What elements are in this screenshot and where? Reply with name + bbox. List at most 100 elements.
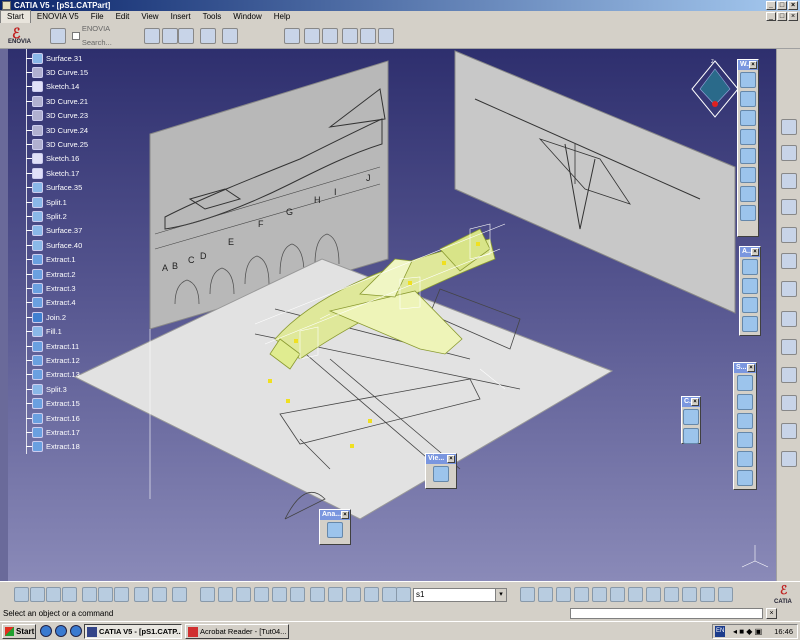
menu-start[interactable]: Start [0, 10, 31, 24]
join-tool-icon[interactable] [781, 281, 797, 297]
save-icon[interactable] [162, 28, 178, 44]
cube-icon[interactable] [322, 28, 338, 44]
menu-help[interactable]: Help [268, 11, 296, 23]
enovia-tool-icon[interactable] [50, 28, 66, 44]
enovia-search-button[interactable]: ENOVIA Search... [72, 24, 140, 47]
measure-tool-icon[interactable] [378, 28, 394, 44]
fly-mode-icon[interactable] [520, 587, 535, 602]
start-button[interactable]: Start [2, 624, 36, 639]
tree-item[interactable]: Extract.1 [26, 253, 76, 267]
chevron-down-icon[interactable]: ▾ [495, 589, 506, 601]
pencil-icon[interactable] [200, 28, 216, 44]
work-support-icon[interactable] [236, 587, 251, 602]
select-icon[interactable] [781, 119, 797, 135]
offset-icon[interactable] [740, 167, 756, 183]
tree-item[interactable]: Extract.16 [26, 411, 80, 425]
tree-item[interactable]: Fill.1 [26, 325, 62, 339]
tree-item[interactable]: 3D Curve.15 [26, 65, 88, 79]
tree-scrollbar[interactable] [0, 49, 8, 581]
split-tool-icon[interactable] [781, 311, 797, 327]
shading-icon[interactable] [664, 587, 679, 602]
tree-item[interactable]: Extract.3 [26, 281, 76, 295]
paste-icon[interactable] [114, 587, 129, 602]
tree-item[interactable]: Surface.37 [26, 224, 82, 238]
sketch-face-icon[interactable] [346, 587, 361, 602]
maximize-button[interactable]: □ [777, 1, 787, 10]
filter-icon[interactable] [396, 587, 411, 602]
dimension-icon[interactable] [683, 428, 699, 444]
law-icon[interactable] [781, 253, 797, 269]
tree-item[interactable]: 3D Curve.24 [26, 123, 88, 137]
new-icon[interactable] [14, 587, 29, 602]
tree-item[interactable]: 3D Curve.23 [26, 109, 88, 123]
tree-item[interactable]: Split.3 [26, 382, 67, 396]
cut-icon[interactable] [82, 587, 97, 602]
grid-icon[interactable] [284, 28, 300, 44]
sweep-icon[interactable] [737, 413, 753, 429]
tree-item[interactable]: Extract.12 [26, 353, 80, 367]
3d-annotation-icon[interactable] [364, 587, 379, 602]
compass-widget[interactable]: z [691, 59, 739, 118]
close-icon[interactable]: × [447, 455, 455, 463]
cursor-icon[interactable] [222, 28, 238, 44]
tree-item[interactable]: Surface.35 [26, 181, 82, 195]
3d-viewport[interactable]: A B C D E F G H I J z Surface.31 3D Curv… [0, 49, 776, 581]
sketcher-icon[interactable] [781, 145, 797, 161]
outlook-icon[interactable] [55, 625, 67, 637]
geometrical-set-icon[interactable] [328, 587, 343, 602]
extrapolate-tool-icon[interactable] [781, 423, 797, 439]
fill-icon[interactable] [737, 432, 753, 448]
tree-item[interactable]: Surface.40 [26, 238, 82, 252]
plane-icon[interactable] [740, 110, 756, 126]
output-feature-icon[interactable] [781, 173, 797, 189]
surface-create-icon[interactable] [781, 199, 797, 215]
sketch-tool-icon[interactable] [304, 28, 320, 44]
analysis-icon[interactable] [327, 522, 343, 538]
analysis-tool-icon[interactable] [360, 28, 376, 44]
revolve-icon[interactable] [737, 394, 753, 410]
view-mode-icon[interactable] [433, 466, 449, 482]
minimize-button[interactable]: _ [766, 1, 776, 10]
iso-view-icon[interactable] [646, 587, 661, 602]
tree-item[interactable]: Sketch.14 [26, 80, 79, 94]
projection-icon[interactable] [740, 129, 756, 145]
language-indicator[interactable]: EN [715, 626, 726, 637]
point-icon[interactable] [740, 72, 756, 88]
print-icon[interactable] [62, 587, 77, 602]
line-icon[interactable] [740, 91, 756, 107]
fit-all-icon[interactable] [538, 587, 553, 602]
tree-item[interactable]: Surface.31 [26, 51, 82, 65]
whats-this-icon[interactable] [172, 587, 187, 602]
close-icon[interactable]: × [691, 398, 699, 406]
tree-item[interactable]: Extract.13 [26, 368, 80, 382]
transform-tool-icon[interactable] [781, 395, 797, 411]
menu-enovia[interactable]: ENOVIA V5 [31, 11, 85, 23]
tree-item[interactable]: Split.1 [26, 195, 67, 209]
task-acrobat[interactable]: Acrobat Reader - [Tut04... [185, 624, 289, 639]
tree-item[interactable]: Extract.18 [26, 440, 80, 454]
menu-tools[interactable]: Tools [197, 11, 228, 23]
command-close-button[interactable]: × [766, 608, 777, 619]
layout-icon[interactable] [178, 28, 194, 44]
tree-item[interactable]: Extract.2 [26, 267, 76, 281]
tree-item[interactable]: Extract.17 [26, 425, 80, 439]
doc-restore-button[interactable]: □ [777, 12, 787, 21]
boundary-tool-icon[interactable] [781, 451, 797, 467]
loft-icon[interactable] [737, 451, 753, 467]
rotate-icon[interactable] [574, 587, 589, 602]
close-icon[interactable]: × [341, 511, 349, 519]
ordered-set-icon[interactable] [310, 587, 325, 602]
tree-item[interactable]: Join.2 [26, 310, 66, 324]
grid-toggle-icon[interactable] [781, 227, 797, 243]
trim-tool-icon[interactable] [781, 339, 797, 355]
tree-item[interactable]: 3D Curve.25 [26, 137, 88, 151]
current-set-combo[interactable]: s1 ▾ [413, 588, 507, 602]
circle-icon[interactable] [740, 186, 756, 202]
tolerancing-icon[interactable] [382, 587, 397, 602]
tree-item[interactable]: Sketch.16 [26, 152, 79, 166]
zoom-in-icon[interactable] [592, 587, 607, 602]
constraint-icon[interactable] [683, 409, 699, 425]
media-icon[interactable] [70, 625, 82, 637]
tree-item[interactable]: Sketch.17 [26, 166, 79, 180]
tree-item[interactable]: Extract.4 [26, 296, 76, 310]
